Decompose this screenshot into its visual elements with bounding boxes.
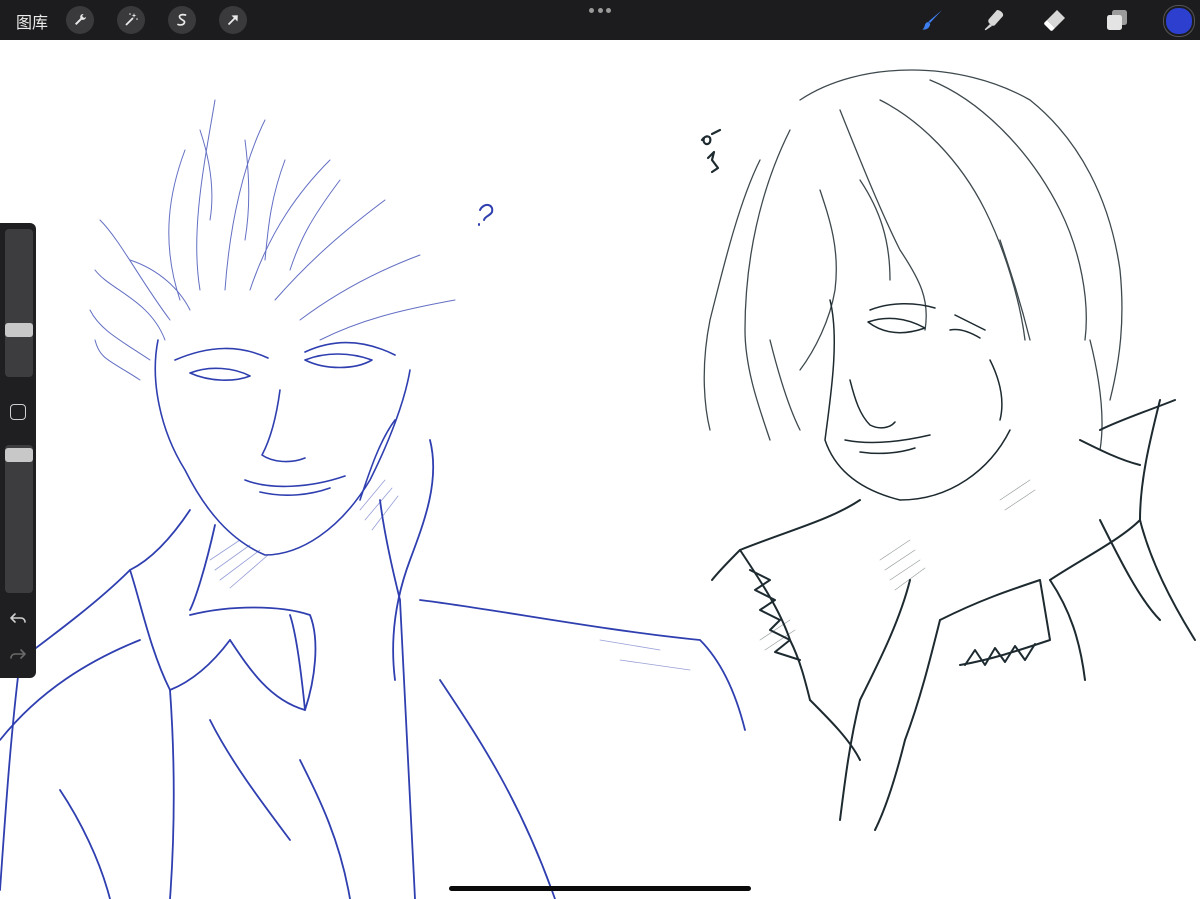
opacity-thumb[interactable] — [5, 448, 33, 462]
brush-size-thumb[interactable] — [5, 323, 33, 337]
redo-icon[interactable] — [8, 644, 28, 664]
left-figure-sketch — [0, 99, 746, 899]
layers-icon[interactable] — [1104, 7, 1130, 33]
brush-size-slider[interactable] — [5, 229, 33, 377]
more-options-dots[interactable] — [589, 8, 611, 14]
top-toolbar: 图库 — [0, 0, 1200, 40]
left-sidebar — [0, 223, 36, 678]
sketch-artwork — [0, 69, 1196, 899]
opacity-slider[interactable] — [5, 445, 33, 593]
selection-s-icon[interactable] — [168, 6, 196, 34]
gallery-button[interactable]: 图库 — [16, 9, 48, 33]
right-figure-sketch — [700, 69, 1196, 831]
eraser-icon[interactable] — [1042, 7, 1068, 33]
wrench-icon[interactable] — [66, 6, 94, 34]
magic-wand-icon[interactable] — [117, 6, 145, 34]
color-picker-button[interactable] — [1164, 6, 1194, 36]
transform-arrow-icon[interactable] — [219, 6, 247, 34]
drawing-canvas[interactable] — [0, 40, 1200, 899]
undo-icon[interactable] — [8, 608, 28, 628]
modify-square-icon[interactable] — [10, 404, 26, 420]
brush-icon[interactable] — [920, 7, 946, 33]
home-indicator[interactable] — [449, 886, 751, 891]
smudge-icon[interactable] — [981, 7, 1007, 33]
